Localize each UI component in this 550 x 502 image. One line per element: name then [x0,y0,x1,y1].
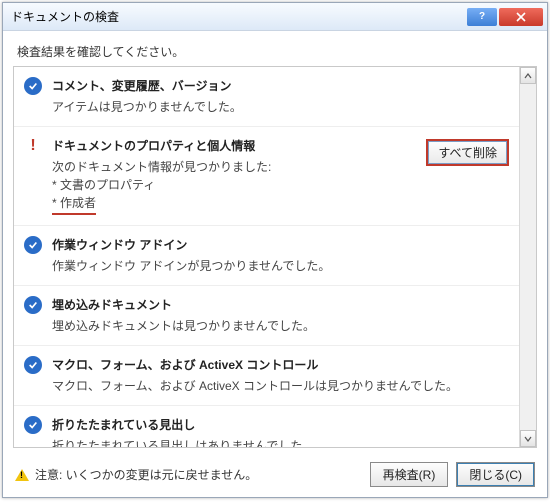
result-item: 折りたたまれている見出し 折りたたまれている見出しはありませんでした。 [14,406,519,447]
footer: 注意: いくつかの変更は元に戻せません。 再検査(R) 閉じる(C) [3,454,547,497]
item-heading: 折りたたまれている見出し [52,416,507,433]
body-line: * 文書のプロパティ [52,178,155,192]
item-body: 折りたたまれている見出しはありませんでした。 [52,437,507,447]
window-title: ドキュメントの検査 [11,8,465,25]
item-body: 作業ウィンドウ アドインが見つかりませんでした。 [52,257,507,275]
result-item: マクロ、フォーム、および ActiveX コントロール マクロ、フォーム、および… [14,346,519,406]
close-icon [516,12,526,22]
check-icon [24,236,42,254]
reinspect-button[interactable]: 再検査(R) [370,462,449,487]
results-list: コメント、変更履歴、バージョン アイテムは見つかりませんでした。 ! ドキュメン… [14,67,519,447]
footer-note-text: 注意: いくつかの変更は元に戻せません。 [35,466,257,483]
check-icon [24,296,42,314]
item-body: マクロ、フォーム、および ActiveX コントロールは見つかりませんでした。 [52,377,507,395]
result-item: コメント、変更履歴、バージョン アイテムは見つかりませんでした。 [14,67,519,127]
close-window-button[interactable] [499,8,543,26]
result-item: 埋め込みドキュメント 埋め込みドキュメントは見つかりませんでした。 [14,286,519,346]
remove-all-button[interactable]: すべて削除 [426,139,509,166]
chevron-down-icon [524,435,532,443]
warn-icon: ! [24,137,42,155]
item-body: 埋め込みドキュメントは見つかりませんでした。 [52,317,507,335]
check-icon [24,416,42,434]
item-body: アイテムは見つかりませんでした。 [52,98,507,116]
item-heading: マクロ、フォーム、および ActiveX コントロール [52,356,507,373]
result-item: 作業ウィンドウ アドイン 作業ウィンドウ アドインが見つかりませんでした。 [14,226,519,286]
help-button[interactable]: ? [467,8,497,26]
item-body: 次のドキュメント情報が見つかりました: * 文書のプロパティ * 作成者 [52,158,507,215]
check-icon [24,77,42,95]
instruction-text: 検査結果を確認してください。 [3,31,547,66]
item-heading: コメント、変更履歴、バージョン [52,77,507,94]
body-line: 次のドキュメント情報が見つかりました: [52,160,271,174]
check-icon [24,356,42,374]
footer-note: 注意: いくつかの変更は元に戻せません。 [15,466,362,483]
scroll-track[interactable] [520,84,536,430]
body-line-highlight: * 作成者 [52,194,96,215]
results-panel-wrap: コメント、変更履歴、バージョン アイテムは見つかりませんでした。 ! ドキュメン… [3,66,547,454]
item-heading: 埋め込みドキュメント [52,296,507,313]
scroll-up-button[interactable] [520,67,536,84]
warning-triangle-icon [15,469,29,481]
titlebar: ドキュメントの検査 ? [3,3,547,31]
item-heading: 作業ウィンドウ アドイン [52,236,507,253]
results-panel: コメント、変更履歴、バージョン アイテムは見つかりませんでした。 ! ドキュメン… [13,66,537,448]
scroll-down-button[interactable] [520,430,536,447]
close-button[interactable]: 閉じる(C) [456,462,535,487]
dialog-window: ドキュメントの検査 ? 検査結果を確認してください。 コメント、変更履歴、バージ… [2,2,548,498]
result-item: ! ドキュメントのプロパティと個人情報 次のドキュメント情報が見つかりました: … [14,127,519,226]
scrollbar[interactable] [519,67,536,447]
chevron-up-icon [524,72,532,80]
